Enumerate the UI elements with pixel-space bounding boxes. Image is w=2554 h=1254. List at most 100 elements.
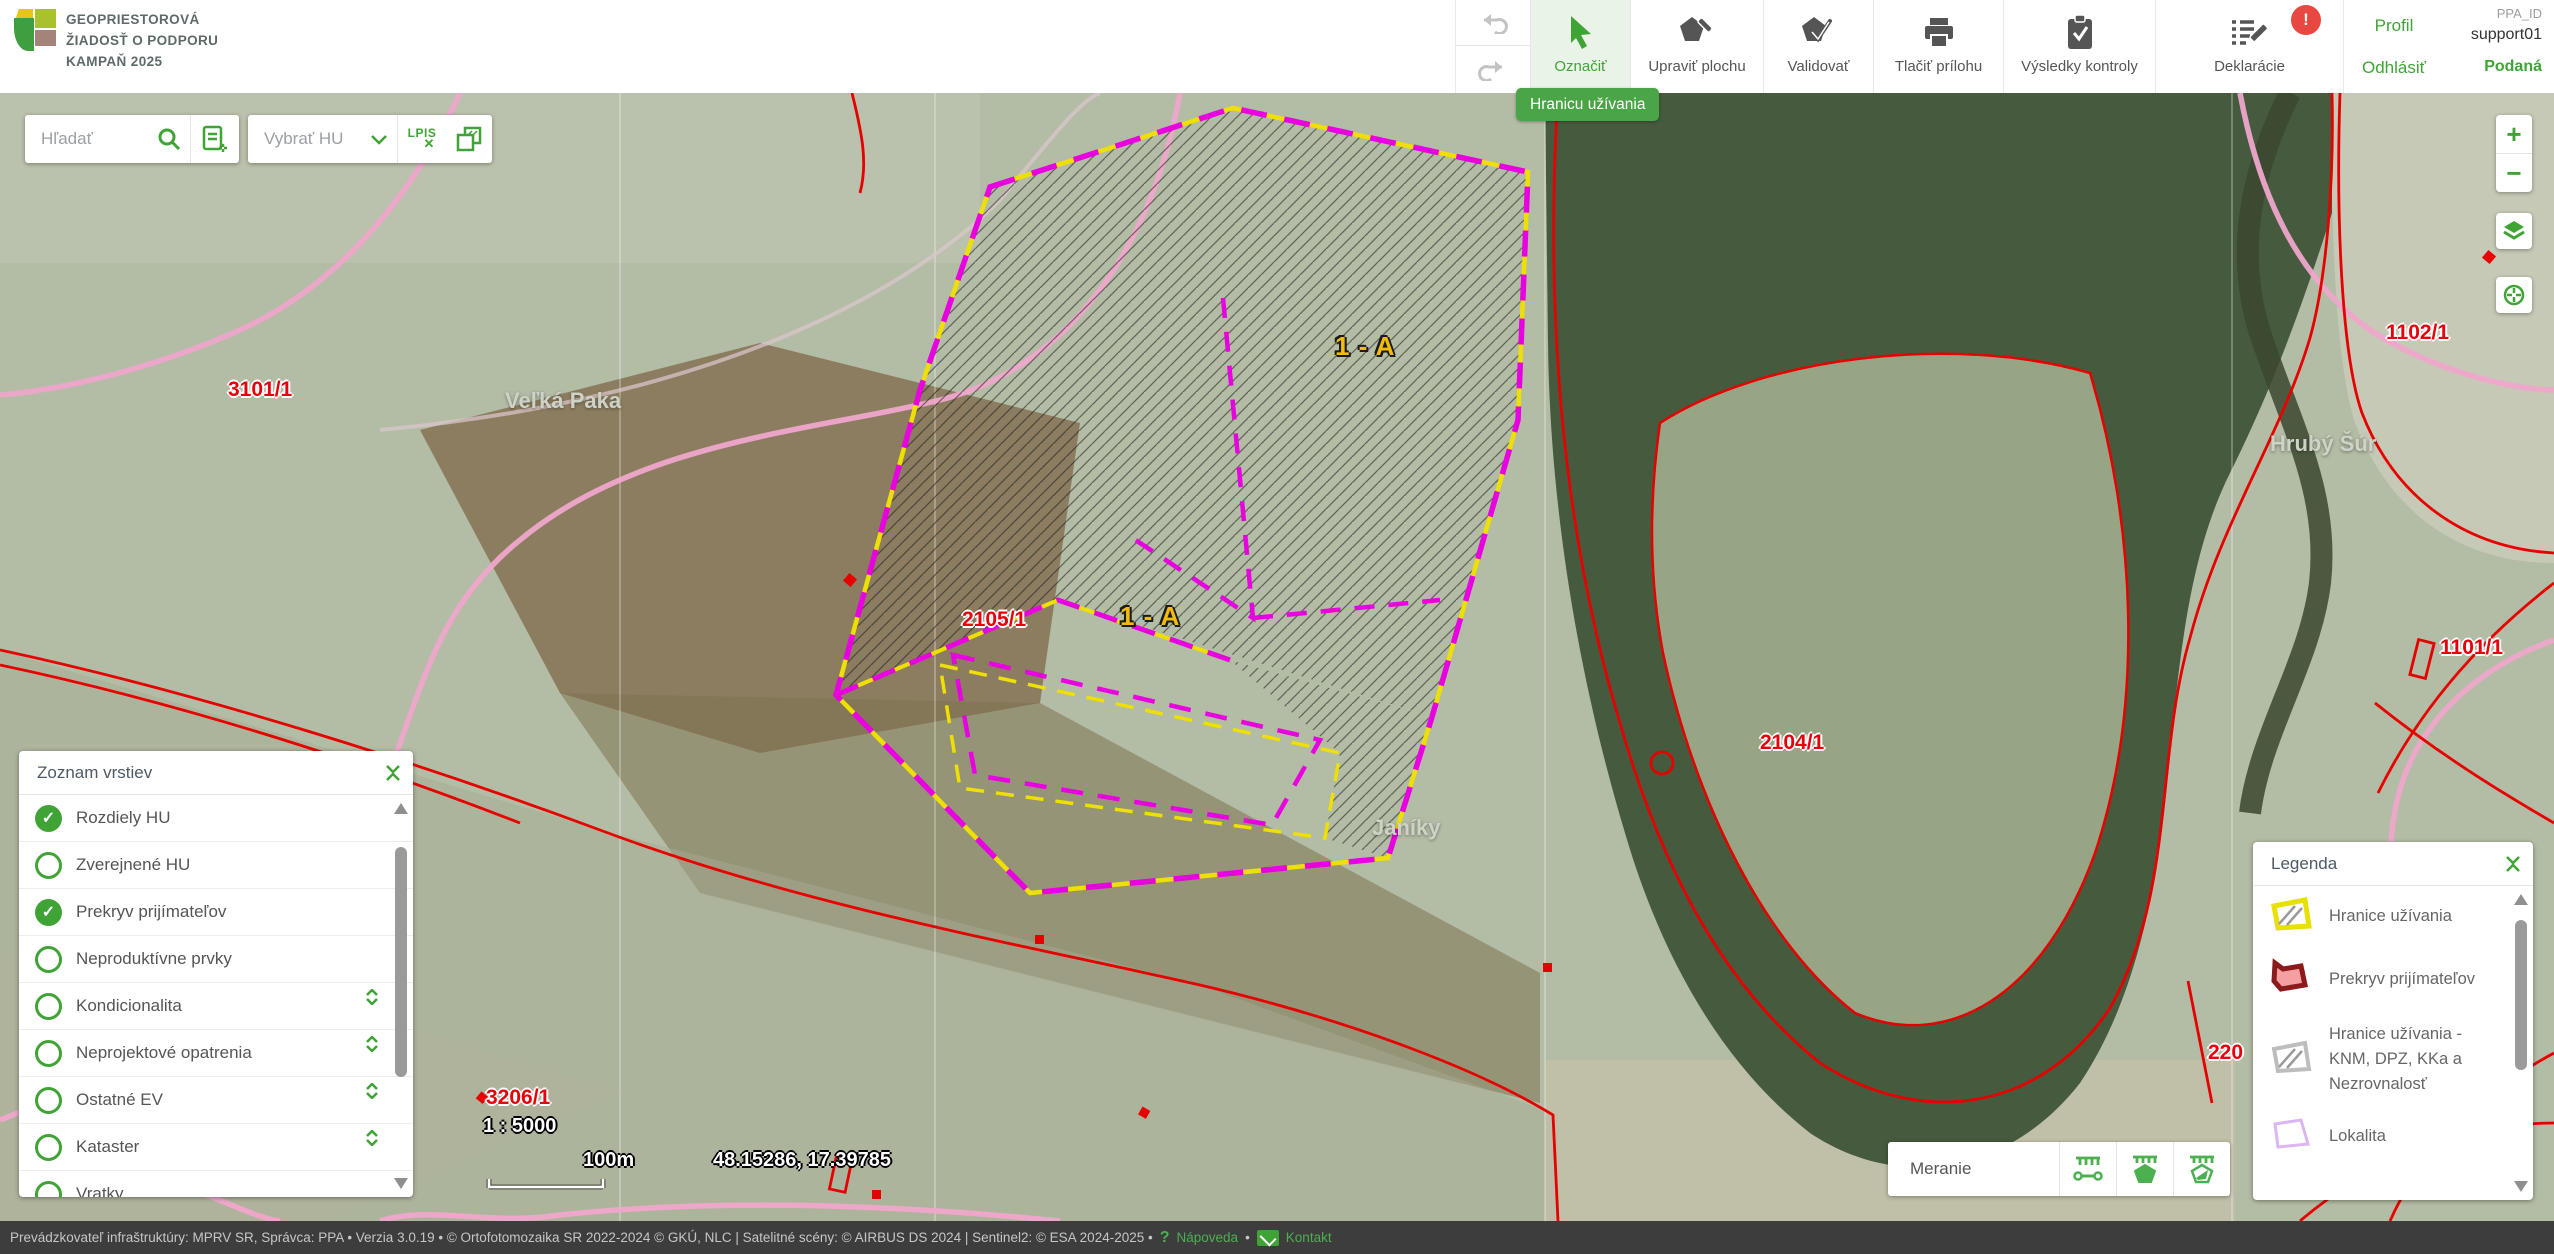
search-icon[interactable]: [148, 115, 190, 163]
zoom-in-button[interactable]: +: [2496, 115, 2532, 153]
undo-button[interactable]: [1456, 0, 1530, 46]
legend-label: Hranice užívania - KNM, DPZ, KKa a Nezro…: [2329, 1022, 2493, 1096]
legend-label: Hranice užívania: [2329, 904, 2452, 929]
profile-link[interactable]: Profil: [2344, 16, 2444, 36]
toolbar-button-validate[interactable]: Validovať: [1763, 0, 1873, 93]
place-label: Hrubý Šúr: [2270, 431, 2376, 457]
layer-row[interactable]: ✓ Prekryv prijímateľov: [19, 889, 413, 936]
toolbar-label: Deklarácie: [2214, 58, 2285, 75]
toolbar-button-print[interactable]: Tlačiť prílohu: [1873, 0, 2003, 93]
swap-layers-icon[interactable]: [446, 115, 492, 163]
layer-label: Neprojektové opatrenia: [76, 1043, 252, 1063]
layer-row[interactable]: Kataster: [19, 1124, 413, 1171]
chevron-down-icon[interactable]: [361, 115, 397, 163]
reorder-layer-icon[interactable]: [365, 1036, 379, 1052]
toolbar-button-select[interactable]: Označiť: [1530, 0, 1630, 93]
parcel-label: 2105/1: [962, 608, 1026, 632]
scroll-down-icon[interactable]: [394, 1178, 408, 1189]
layers-panel-title: Zoznam vrstiev: [37, 763, 152, 783]
toolbar-button-check-results[interactable]: Výsledky kontroly: [2003, 0, 2155, 93]
reorder-layer-icon[interactable]: [365, 1130, 379, 1146]
status-bar: Prevádzkovateľ infraštruktúry: MPRV SR, …: [0, 1221, 2554, 1254]
infrastructure-credits: Prevádzkovateľ infraštruktúry: MPRV SR, …: [10, 1230, 1153, 1245]
toolbar-label: Upraviť plochu: [1648, 58, 1745, 75]
user-info: PPA_ID support01 Podaná: [2443, 0, 2554, 93]
scroll-up-icon[interactable]: [2514, 894, 2528, 905]
scrollbar-thumb[interactable]: [395, 847, 407, 1077]
legend-item: Prekryv prijímateľov: [2253, 947, 2533, 1012]
reorder-layer-icon[interactable]: [365, 989, 379, 1005]
redo-button[interactable]: [1456, 47, 1530, 93]
layer-label: Kondicionalita: [76, 996, 182, 1016]
toolbar-button-edit-area[interactable]: Upraviť plochu: [1630, 0, 1763, 93]
cursor-coordinates: 48.15286, 17.39785: [713, 1149, 891, 1172]
help-link[interactable]: Nápoveda: [1177, 1230, 1239, 1245]
legend-scrollbar[interactable]: [2513, 890, 2529, 1196]
layers-scrollbar[interactable]: [393, 799, 409, 1193]
layers-icon: [2496, 213, 2532, 249]
scroll-up-icon[interactable]: [394, 803, 408, 814]
contact-link[interactable]: Kontakt: [1286, 1230, 1332, 1245]
legend-label: Lokalita: [2329, 1124, 2386, 1149]
clipboard-check-icon: [2063, 12, 2097, 54]
checkbox-unchecked-icon: [35, 1134, 62, 1161]
scrollbar-thumb[interactable]: [2515, 920, 2527, 1070]
parcel-label: 3206/1: [486, 1086, 550, 1110]
layer-row[interactable]: Kondicionalita: [19, 983, 413, 1030]
validate-polygon-icon: [1799, 12, 1839, 54]
scale-distance: 100m: [583, 1149, 634, 1172]
toolbar-label: Validovať: [1787, 58, 1849, 75]
measure-partial-area-button[interactable]: [2174, 1142, 2230, 1196]
toolbar-button-declarations[interactable]: Deklarácie !: [2155, 0, 2343, 93]
zoom-out-button[interactable]: −: [2496, 154, 2532, 192]
lpis-toggle-button[interactable]: LPIS ✕: [398, 115, 446, 163]
place-label: Janíky: [1372, 815, 1441, 841]
layer-label: Prekryv prijímateľov: [76, 902, 226, 922]
search-box: [25, 115, 239, 163]
collapse-panel-icon[interactable]: [385, 764, 401, 782]
measure-area-button[interactable]: [2117, 1142, 2173, 1196]
parcel-label: 1102/1: [2386, 321, 2449, 345]
layer-row[interactable]: Neproduktívne prvky: [19, 936, 413, 983]
reorder-layer-icon[interactable]: [365, 1083, 379, 1099]
select-hu-dropdown[interactable]: Vybrať HU: [248, 129, 361, 149]
checkbox-unchecked-icon: [35, 946, 62, 973]
layer-label: Zverejnené HU: [76, 855, 190, 875]
basemap-layers-button[interactable]: [2496, 213, 2532, 249]
layer-row[interactable]: Ostatné EV: [19, 1077, 413, 1124]
legend-label: Prekryv prijímateľov: [2329, 967, 2475, 992]
layer-row[interactable]: ✓Rozdiely HU: [19, 795, 413, 842]
application-status-badge: Podaná: [2484, 58, 2542, 76]
checkbox-unchecked-icon: [35, 993, 62, 1020]
cursor-arrow-icon: [1564, 12, 1598, 54]
add-parcel-form-icon[interactable]: [191, 115, 239, 163]
parcel-label: 220: [2208, 1041, 2243, 1065]
locate-icon: [2496, 277, 2532, 313]
lpis-x-icon: ✕: [424, 139, 435, 149]
session-links: Profil Odhlásiť: [2343, 0, 2443, 93]
app-header: GEOPRIESTOROVÁ ŽIADOSŤ O PODPORU KAMPAŇ …: [0, 0, 2554, 93]
locate-button[interactable]: [2496, 277, 2532, 313]
layer-row[interactable]: Neprojektové opatrenia: [19, 1030, 413, 1077]
legend-item: Hranice užívania - KNM, DPZ, KKa a Nezro…: [2253, 1012, 2533, 1106]
map-canvas[interactable]: 3101/1 Veľká Paka 1 - A 2105/1 1 - A Jan…: [0, 93, 2554, 1221]
measure-panel: Meranie: [1888, 1142, 2230, 1196]
envelope-icon: [1257, 1230, 1279, 1246]
collapse-panel-icon[interactable]: [2505, 855, 2521, 873]
layer-row[interactable]: Vratky: [19, 1171, 413, 1197]
parcel-label: 2104/1: [1760, 731, 1824, 755]
layer-label: Kataster: [76, 1137, 139, 1157]
scroll-down-icon[interactable]: [2514, 1181, 2528, 1192]
search-input[interactable]: [25, 129, 148, 149]
separator: •: [1245, 1230, 1250, 1245]
app-title: GEOPRIESTOROVÁ ŽIADOSŤ O PODPORU KAMPAŇ …: [66, 10, 218, 73]
checkbox-unchecked-icon: [35, 852, 62, 879]
place-label: Veľká Paka: [505, 388, 621, 414]
area-label: 1 - A: [1120, 601, 1180, 632]
checkbox-checked-icon: ✓: [35, 899, 62, 926]
red-fill-swatch-icon: [2269, 957, 2313, 1002]
checkbox-unchecked-icon: [35, 1087, 62, 1114]
measure-distance-button[interactable]: [2060, 1142, 2116, 1196]
logout-link[interactable]: Odhlásiť: [2344, 58, 2444, 78]
layer-row[interactable]: Zverejnené HU: [19, 842, 413, 889]
